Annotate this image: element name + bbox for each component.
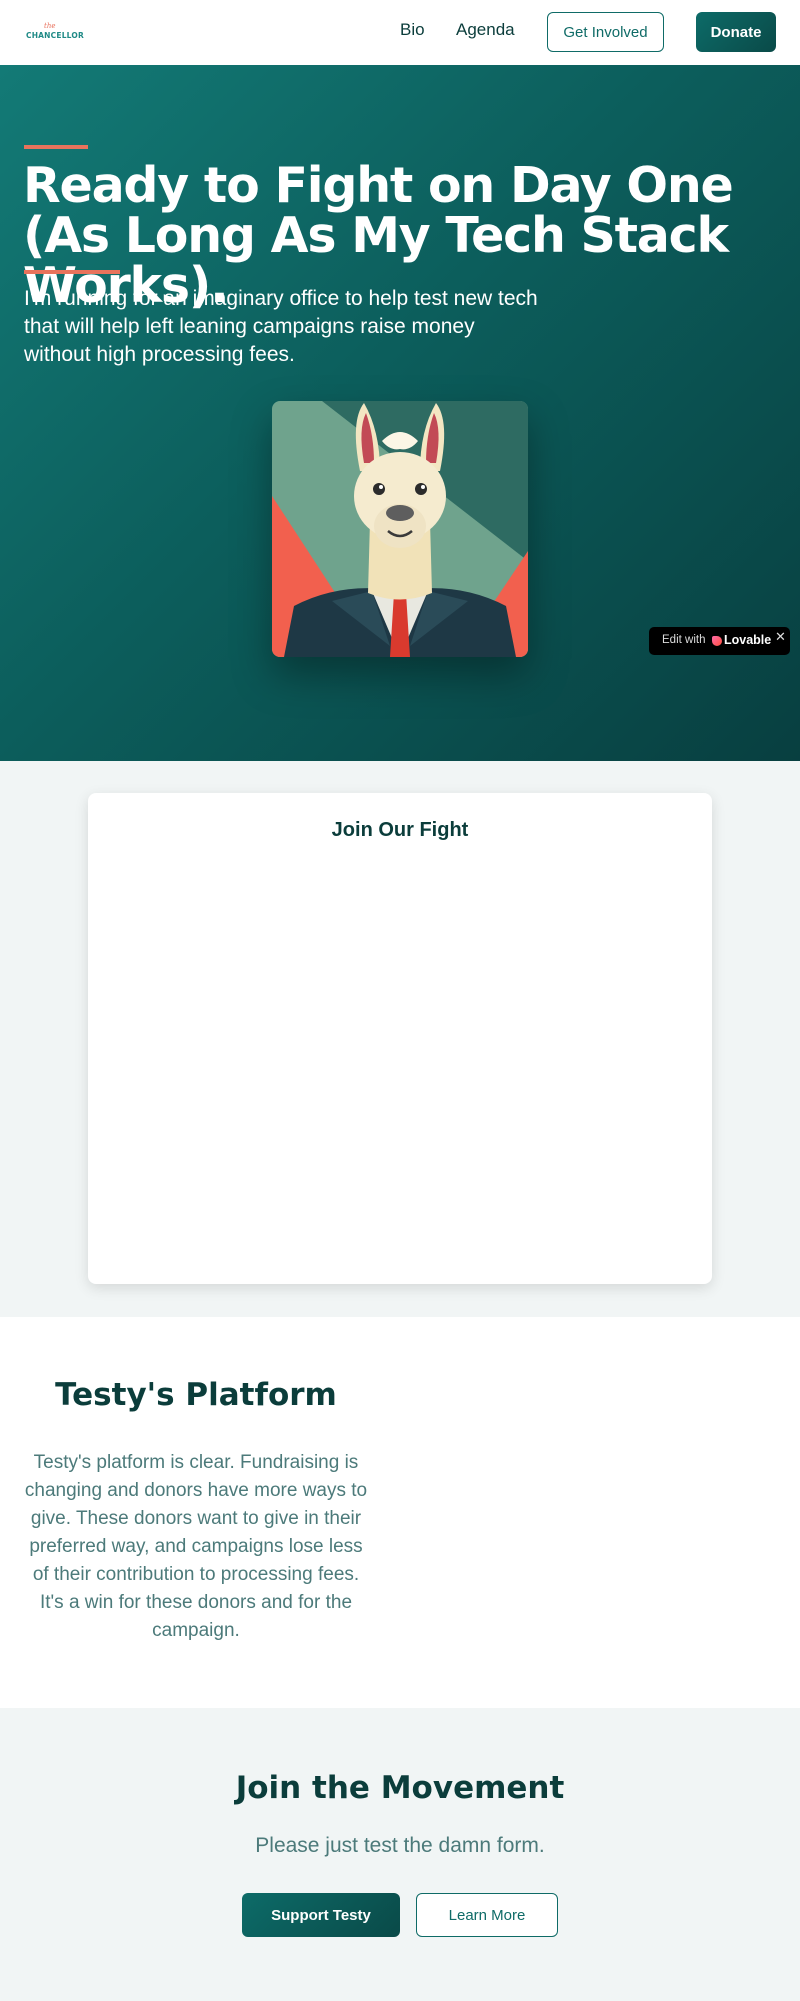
accent-bar-top xyxy=(24,145,88,149)
lovable-brand-label: Lovable xyxy=(724,633,772,647)
platform-text: Testy's platform is clear. Fundraising i… xyxy=(24,1452,368,1641)
nav-link-bio[interactable]: Bio xyxy=(400,20,425,40)
get-involved-button[interactable]: Get Involved xyxy=(547,12,664,52)
llama-portrait-image xyxy=(272,401,528,657)
llama-in-suit-icon xyxy=(272,401,528,657)
close-icon[interactable]: ✕ xyxy=(775,629,786,645)
movement-subtitle: Please just test the damn form. xyxy=(255,1834,545,1857)
platform-section: Testy's Platform Testy's platform is cle… xyxy=(0,1317,800,1708)
learn-more-button[interactable]: Learn More xyxy=(416,1893,558,1937)
hero-subtitle: I'm running for an imaginary office to h… xyxy=(24,287,538,366)
site-logo[interactable]: the CHANCELLOR xyxy=(26,22,84,42)
lovable-edit-label: Edit with xyxy=(662,634,706,646)
top-nav: the CHANCELLOR Bio Agenda Get Involved D… xyxy=(0,0,800,65)
edit-with-lovable-badge[interactable]: Edit with Lovable ✕ xyxy=(649,627,790,655)
hero-section: Ready to Fight on Day One (As Long As My… xyxy=(0,65,800,761)
platform-title: Testy's Platform xyxy=(55,1377,337,1413)
accent-bar-bottom xyxy=(24,270,120,274)
nav-link-agenda[interactable]: Agenda xyxy=(456,20,515,40)
join-fight-card: Join Our Fight xyxy=(88,793,712,1284)
join-fight-title: Join Our Fight xyxy=(331,819,469,841)
movement-section: Join the Movement Please just test the d… xyxy=(0,1708,800,2001)
movement-title: Join the Movement xyxy=(235,1770,565,1806)
lovable-heart-icon xyxy=(712,636,722,646)
logo-word: CHANCELLOR xyxy=(26,31,84,40)
join-fight-section: Join Our Fight xyxy=(0,761,800,1317)
donate-button[interactable]: Donate xyxy=(696,12,776,52)
logo-script: the xyxy=(44,22,56,30)
support-testy-button[interactable]: Support Testy xyxy=(242,1893,400,1937)
